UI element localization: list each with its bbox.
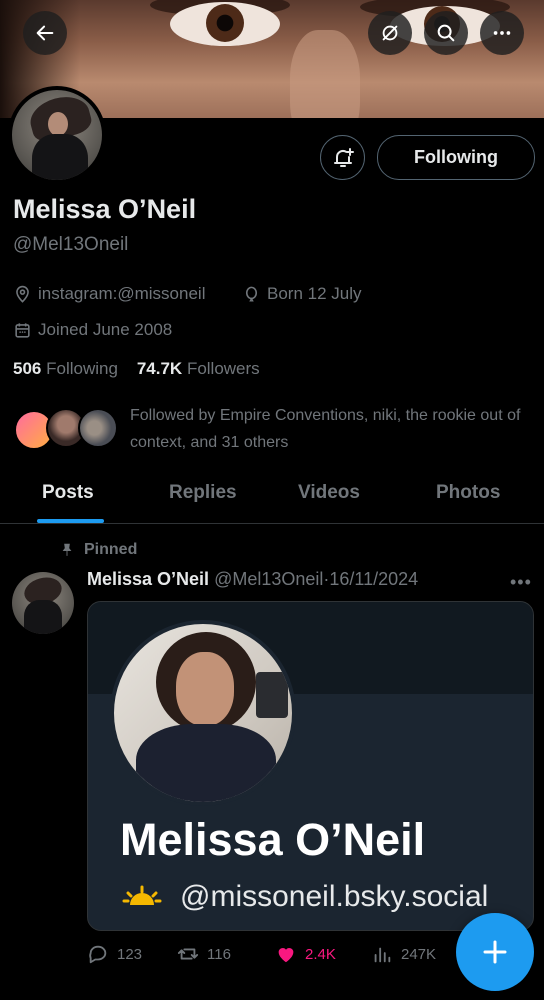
- pinned-label-row: Pinned: [60, 541, 137, 559]
- post-more-icon[interactable]: •••: [510, 572, 532, 593]
- profile-tabs: Posts Replies Videos Photos: [0, 470, 544, 524]
- grok-button[interactable]: [368, 11, 412, 55]
- banner-eye-left: [170, 2, 280, 46]
- sunrise-icon: [122, 885, 162, 905]
- following-button[interactable]: Following: [377, 135, 535, 180]
- balloon-icon: [245, 286, 258, 301]
- back-button[interactable]: [23, 11, 67, 55]
- card-profile-photo: [110, 620, 296, 806]
- card-photo-dispenser: [256, 672, 288, 718]
- follow-counts: 506 Following 74.7K Followers: [13, 359, 260, 379]
- avatar-face: [48, 112, 68, 136]
- following-label: Following: [46, 359, 118, 378]
- reply-count: 123: [117, 945, 143, 963]
- profile-avatar[interactable]: [8, 86, 106, 184]
- post-actions: 123 116 2.4K 247K: [87, 943, 467, 969]
- views-button[interactable]: 247K: [371, 943, 436, 965]
- post-author-name[interactable]: Melissa O’Neil: [87, 569, 209, 589]
- post-header: Melissa O’Neil @Mel13Oneil·16/11/2024: [87, 569, 418, 590]
- tab-active-indicator: [37, 519, 104, 523]
- grok-icon: [382, 25, 398, 41]
- more-button[interactable]: [480, 11, 524, 55]
- profile-website[interactable]: instagram:@missoneil: [13, 284, 205, 304]
- post-media-card[interactable]: Melissa O’Neil @missoneil.bsky.social: [87, 601, 534, 931]
- banner-nose: [290, 30, 360, 118]
- analytics-icon: [374, 947, 391, 963]
- follower-avatar-3: [78, 408, 118, 448]
- calendar-icon: [15, 322, 30, 338]
- post-date[interactable]: 16/11/2024: [329, 569, 418, 589]
- repost-button[interactable]: 116: [177, 943, 231, 965]
- plus-icon: [483, 940, 507, 964]
- card-handle-row: @missoneil.bsky.social: [122, 880, 488, 914]
- like-count: 2.4K: [305, 945, 336, 963]
- following-link[interactable]: 506 Following: [13, 359, 118, 378]
- post-avatar-body: [24, 600, 62, 634]
- website-label: instagram:@missoneil: [38, 284, 206, 303]
- followers-link[interactable]: 74.7K Followers: [137, 359, 260, 378]
- card-photo-uniform: [136, 724, 276, 802]
- avatar-body: [32, 134, 88, 180]
- post-author-handle[interactable]: @Mel13Oneil: [214, 569, 323, 589]
- profile-name: Melissa O’Neil: [13, 194, 197, 224]
- arrow-left-icon: [36, 25, 54, 41]
- repost-icon: [177, 948, 199, 960]
- tab-photos[interactable]: Photos: [436, 482, 500, 504]
- search-button[interactable]: [424, 11, 468, 55]
- tab-videos[interactable]: Videos: [298, 482, 360, 504]
- search-icon: [437, 24, 455, 42]
- following-count: 506: [13, 359, 42, 378]
- card-photo-face: [176, 652, 234, 726]
- followers-count: 74.7K: [136, 359, 183, 378]
- followers-label: Followers: [186, 359, 260, 378]
- notifications-button[interactable]: [320, 135, 365, 180]
- profile-birthday: Born 12 July: [242, 284, 362, 304]
- profile-handle: @Mel13Oneil: [13, 234, 129, 255]
- repost-count: 116: [207, 945, 231, 963]
- profile-joined: Joined June 2008: [13, 320, 172, 340]
- bell-plus-icon: [333, 147, 354, 167]
- compose-button[interactable]: [456, 913, 534, 991]
- joined-label: Joined June 2008: [38, 320, 173, 339]
- card-name: Melissa O’Neil: [120, 814, 426, 865]
- like-button[interactable]: 2.4K: [275, 943, 336, 965]
- card-handle: @missoneil.bsky.social: [180, 880, 489, 913]
- views-count: 247K: [401, 945, 437, 963]
- location-pin-icon: [16, 285, 29, 303]
- reply-button[interactable]: 123: [87, 943, 142, 965]
- more-horizontal-icon: [493, 31, 511, 35]
- heart-filled-icon: [278, 948, 294, 963]
- pinned-label: Pinned: [84, 541, 138, 558]
- post-avatar[interactable]: [12, 572, 74, 634]
- pin-icon: [62, 543, 72, 556]
- tab-posts[interactable]: Posts: [42, 482, 94, 504]
- reply-icon: [89, 945, 107, 964]
- followed-by-text[interactable]: Followed by Empire Conventions, niki, th…: [130, 402, 540, 456]
- tab-replies[interactable]: Replies: [169, 482, 237, 504]
- birthday-label: Born 12 July: [267, 284, 362, 303]
